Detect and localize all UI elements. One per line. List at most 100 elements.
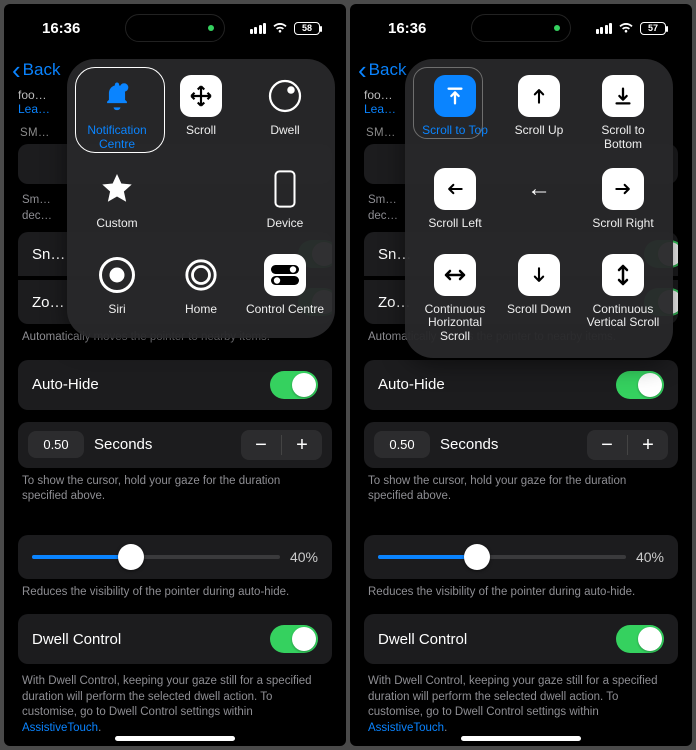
dwell-control-row[interactable]: Dwell Control <box>18 614 332 664</box>
dwell-toggle[interactable] <box>616 625 664 653</box>
menu-scroll[interactable]: Scroll <box>159 75 243 152</box>
control-centre-icon <box>264 254 306 296</box>
desc-line: dec… <box>368 210 398 222</box>
increment-button[interactable]: + <box>282 430 322 460</box>
device-icon <box>264 168 306 210</box>
arrow-right-icon <box>602 168 644 210</box>
duration-row: 0.50 Seconds − + <box>18 422 332 468</box>
auto-hide-toggle[interactable] <box>270 371 318 399</box>
siri-icon <box>96 254 138 296</box>
arrow-left-icon <box>434 168 476 210</box>
arrow-down-icon <box>518 254 560 296</box>
clock: 16:36 <box>42 20 80 37</box>
desc-line: dec… <box>22 210 52 222</box>
menu-scroll-up[interactable]: Scroll Up <box>497 75 581 152</box>
menu-siri[interactable]: Siri <box>75 254 159 324</box>
selection-highlight <box>75 67 165 153</box>
status-icons: 58 <box>250 22 321 35</box>
dwell-label: Dwell Control <box>378 631 467 648</box>
menu-home[interactable]: Home <box>159 254 243 324</box>
phone-right: 16:36 57 ‹ Back foo… Lea… SM… Sm… dec… S… <box>350 4 692 746</box>
home-icon <box>180 254 222 296</box>
status-bar: 16:36 57 <box>350 4 692 52</box>
duration-stepper: − + <box>241 430 322 460</box>
dynamic-island <box>471 14 571 42</box>
dwell-toggle[interactable] <box>270 625 318 653</box>
dynamic-island <box>125 14 225 42</box>
menu-continuous-v-scroll[interactable]: Continuous Vertical Scroll <box>581 254 665 344</box>
phone-left: 16:36 58 ‹ Back foo… Lea… SM… Sm… dec… S… <box>4 4 346 746</box>
scroll-icon <box>180 75 222 117</box>
back-button[interactable]: Back <box>369 60 407 80</box>
dwell-icon <box>264 75 306 117</box>
status-bar: 16:36 58 <box>4 4 346 52</box>
dwell-control-row[interactable]: Dwell Control <box>364 614 678 664</box>
cellular-icon <box>250 23 267 34</box>
clock: 16:36 <box>388 20 426 37</box>
slider-knob[interactable] <box>464 544 490 570</box>
dwell-note: With Dwell Control, keeping your gaze st… <box>18 668 332 746</box>
opacity-note: Reduces the visibility of the pointer du… <box>18 579 332 615</box>
menu-scroll-down[interactable]: Scroll Down <box>497 254 581 344</box>
menu-back[interactable]: ← <box>497 168 581 238</box>
battery-icon: 58 <box>294 22 320 35</box>
dwell-label: Dwell Control <box>32 631 121 648</box>
duration-stepper: − + <box>587 430 668 460</box>
menu-control-centre[interactable]: Control Centre <box>243 254 327 324</box>
auto-hide-label: Auto-Hide <box>378 376 445 393</box>
assistivetouch-link[interactable]: AssistiveTouch <box>368 722 444 734</box>
menu-empty <box>159 168 243 238</box>
menu-continuous-h-scroll[interactable]: Continuous Horizontal Scroll <box>413 254 497 344</box>
scroll-to-bottom-icon <box>602 75 644 117</box>
decrement-button[interactable]: − <box>241 430 281 460</box>
status-icons: 57 <box>596 22 667 35</box>
home-indicator[interactable] <box>461 736 581 741</box>
scroll-submenu[interactable]: Scroll to Top Scroll Up Scroll to Bottom… <box>405 59 673 358</box>
vertical-scroll-icon <box>602 254 644 296</box>
assistivetouch-link[interactable]: AssistiveTouch <box>22 722 98 734</box>
opacity-note: Reduces the visibility of the pointer du… <box>364 579 678 615</box>
arrow-up-icon <box>518 75 560 117</box>
dwell-note: With Dwell Control, keeping your gaze st… <box>364 668 678 746</box>
duration-value: 0.50 <box>28 431 84 458</box>
auto-hide-row[interactable]: Auto-Hide <box>18 360 332 410</box>
duration-unit: Seconds <box>94 436 241 453</box>
selection-highlight <box>413 67 483 139</box>
auto-hide-row[interactable]: Auto-Hide <box>364 360 678 410</box>
back-chevron-icon[interactable]: ‹ <box>358 57 367 83</box>
duration-unit: Seconds <box>440 436 587 453</box>
menu-scroll-left[interactable]: Scroll Left <box>413 168 497 238</box>
menu-scroll-to-bottom[interactable]: Scroll to Bottom <box>581 75 665 152</box>
wifi-icon <box>618 22 634 34</box>
menu-device[interactable]: Device <box>243 168 327 238</box>
menu-custom[interactable]: Custom <box>75 168 159 238</box>
star-icon <box>96 168 138 210</box>
back-button[interactable]: Back <box>23 60 61 80</box>
slider-knob[interactable] <box>118 544 144 570</box>
opacity-row: 40% <box>364 535 678 579</box>
auto-hide-toggle[interactable] <box>616 371 664 399</box>
battery-icon: 57 <box>640 22 666 35</box>
row-label: Sn… <box>32 246 65 263</box>
decrement-button[interactable]: − <box>587 430 627 460</box>
opacity-percent: 40% <box>290 549 318 565</box>
menu-scroll-right[interactable]: Scroll Right <box>581 168 665 238</box>
duration-value: 0.50 <box>374 431 430 458</box>
horizontal-scroll-icon <box>434 254 476 296</box>
duration-note: To show the cursor, hold your gaze for t… <box>18 468 332 519</box>
opacity-slider[interactable] <box>378 555 626 559</box>
cellular-icon <box>596 23 613 34</box>
duration-row: 0.50 Seconds − + <box>364 422 678 468</box>
back-arrow-icon: ← <box>518 168 560 210</box>
camera-dot-icon <box>208 25 214 31</box>
menu-dwell[interactable]: Dwell <box>243 75 327 152</box>
back-chevron-icon[interactable]: ‹ <box>12 57 21 83</box>
camera-dot-icon <box>554 25 560 31</box>
desc-line: Sm… <box>22 194 51 206</box>
increment-button[interactable]: + <box>628 430 668 460</box>
opacity-slider[interactable] <box>32 555 280 559</box>
home-indicator[interactable] <box>115 736 235 741</box>
opacity-row: 40% <box>18 535 332 579</box>
row-label: Zo… <box>32 294 65 311</box>
assistive-touch-menu[interactable]: Notification Centre Scroll Dwell Custom <box>67 59 335 338</box>
